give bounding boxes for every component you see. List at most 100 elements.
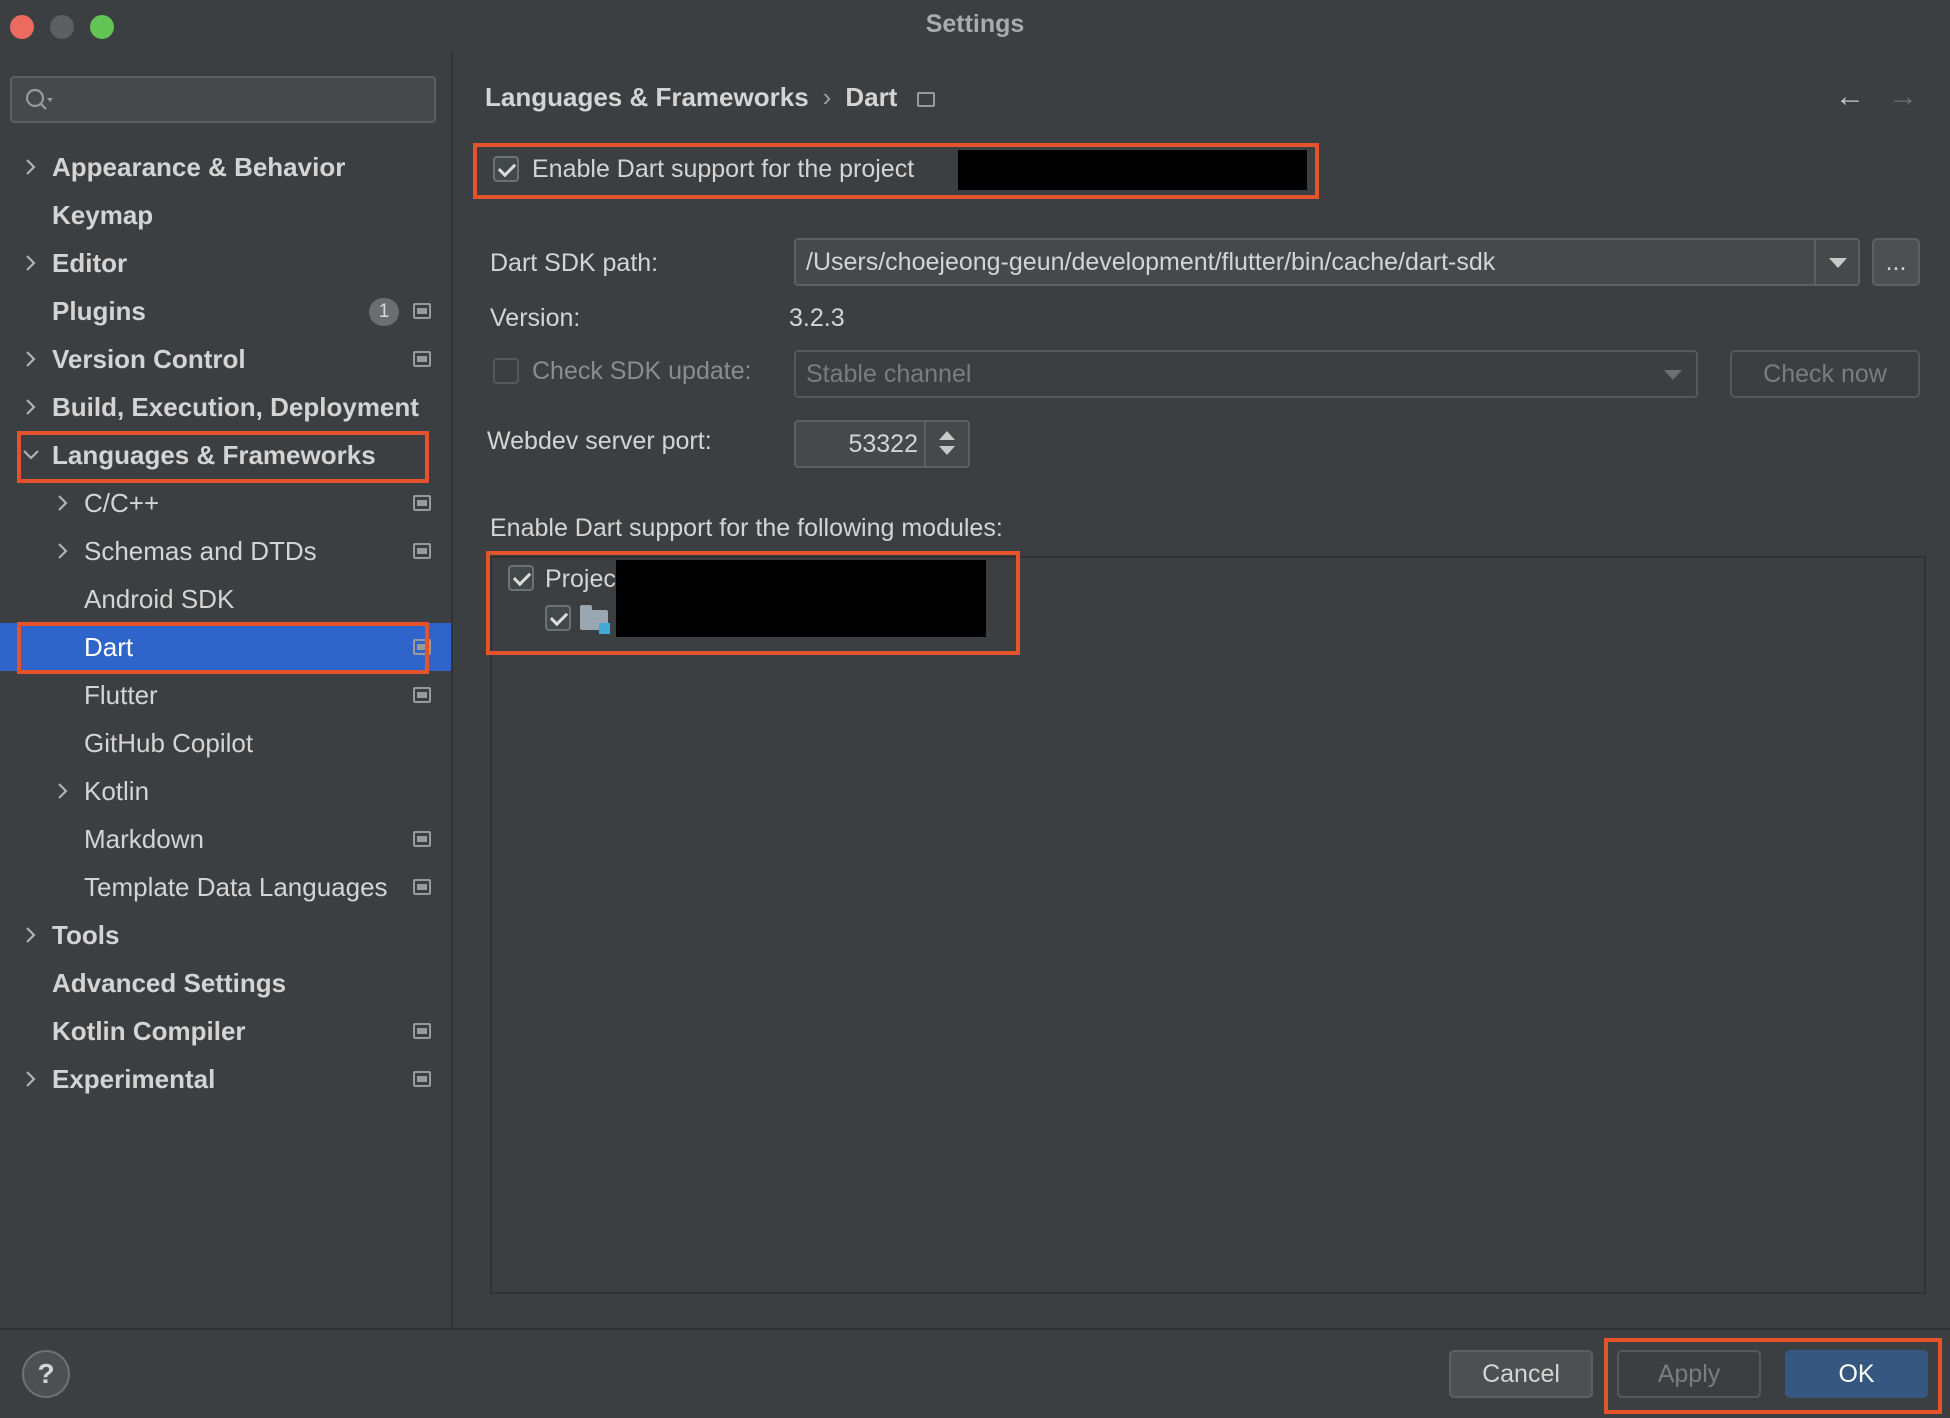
version-value: 3.2.3 xyxy=(789,304,845,332)
sidebar-item-label: Flutter xyxy=(84,680,158,710)
sidebar-item-label: Template Data Languages xyxy=(84,872,388,902)
sidebar-item-experimental[interactable]: Experimental xyxy=(0,1055,451,1103)
modules-label: Enable Dart support for the following mo… xyxy=(490,514,1003,542)
sidebar-item-label: Advanced Settings xyxy=(52,968,287,998)
chevron-right-icon[interactable] xyxy=(20,1055,42,1103)
update-channel-select[interactable]: Stable channel xyxy=(794,350,1698,398)
project-level-icon xyxy=(413,495,431,511)
chevron-right-icon[interactable] xyxy=(20,239,42,287)
sidebar-item-label: C/C++ xyxy=(84,488,160,518)
sidebar-item-label: Kotlin Compiler xyxy=(52,1016,246,1046)
search-icon xyxy=(25,88,53,110)
sidebar-item-languages-frameworks[interactable]: Languages & Frameworks xyxy=(0,431,451,479)
arrow-down-icon xyxy=(939,446,955,455)
webdev-port-value: 53322 xyxy=(848,430,918,458)
title-bar: Settings xyxy=(0,0,1950,52)
cancel-button[interactable]: Cancel xyxy=(1449,1350,1593,1398)
plugins-update-badge: 1 xyxy=(369,298,399,326)
project-module-checkbox[interactable] xyxy=(508,565,534,591)
sidebar-item-android-sdk[interactable]: Android SDK xyxy=(0,575,451,623)
sidebar-item-label: Languages & Frameworks xyxy=(52,440,376,470)
chevron-right-icon[interactable] xyxy=(52,479,74,527)
sidebar-item-label: Tools xyxy=(52,920,120,950)
module-folder-icon xyxy=(580,605,610,634)
redacted-module-name xyxy=(616,560,986,637)
project-level-icon xyxy=(413,351,431,367)
back-arrow-icon[interactable]: ← xyxy=(1835,80,1865,114)
breadcrumb-parent[interactable]: Languages & Frameworks xyxy=(485,82,809,112)
chevron-down-icon xyxy=(1829,258,1847,268)
search-box[interactable] xyxy=(10,76,436,123)
sidebar-item-dart[interactable]: Dart xyxy=(0,623,451,671)
breadcrumb: Languages & Frameworks › Dart xyxy=(485,82,936,113)
webdev-port-spinner[interactable]: 53322 xyxy=(794,420,970,468)
sidebar-item-keymap[interactable]: Keymap xyxy=(0,191,451,239)
sidebar-item-label: Experimental xyxy=(52,1064,216,1094)
sidebar-item-c-cpp[interactable]: C/C++ xyxy=(0,479,451,527)
chevron-right-icon[interactable] xyxy=(52,767,74,815)
sdk-path-dropdown[interactable] xyxy=(1814,240,1858,284)
module-checkbox[interactable] xyxy=(545,605,571,631)
forward-arrow-icon[interactable]: → xyxy=(1888,80,1918,114)
sidebar-item-advanced-settings[interactable]: Advanced Settings xyxy=(0,959,451,1007)
sidebar-item-markdown[interactable]: Markdown xyxy=(0,815,451,863)
sidebar-item-github-copilot[interactable]: GitHub Copilot xyxy=(0,719,451,767)
sidebar-item-label: Version Control xyxy=(52,344,246,374)
browse-sdk-button[interactable]: ... xyxy=(1872,238,1920,286)
check-sdk-update-checkbox[interactable] xyxy=(493,358,519,384)
project-module-label: Projec xyxy=(545,565,616,593)
chevron-right-icon[interactable] xyxy=(52,527,74,575)
sdk-path-label: Dart SDK path: xyxy=(490,249,659,277)
project-level-icon xyxy=(413,1023,431,1039)
sidebar-item-schemas-dtds[interactable]: Schemas and DTDs xyxy=(0,527,451,575)
sidebar-item-label: Markdown xyxy=(84,824,204,854)
version-label: Version: xyxy=(490,304,581,332)
project-level-icon xyxy=(917,92,936,107)
chevron-right-icon[interactable] xyxy=(20,143,42,191)
sidebar-item-plugins[interactable]: Plugins 1 xyxy=(0,287,451,335)
sidebar-item-flutter[interactable]: Flutter xyxy=(0,671,451,719)
chevron-right-icon[interactable] xyxy=(20,911,42,959)
sidebar-item-kotlin-compiler[interactable]: Kotlin Compiler xyxy=(0,1007,451,1055)
project-level-icon xyxy=(413,303,431,319)
sidebar-item-label: Android SDK xyxy=(84,584,235,614)
sidebar-item-label: Kotlin xyxy=(84,776,150,806)
sidebar-item-label: Dart xyxy=(84,632,134,662)
breadcrumb-separator: › xyxy=(822,82,832,112)
project-level-icon xyxy=(413,639,431,655)
enable-dart-checkbox[interactable] xyxy=(493,156,519,182)
chevron-right-icon[interactable] xyxy=(20,335,42,383)
check-sdk-update-label: Check SDK update: xyxy=(532,357,752,385)
project-level-icon xyxy=(413,1071,431,1087)
chevron-down-icon[interactable] xyxy=(20,431,42,479)
port-stepper-arrows[interactable] xyxy=(924,422,968,466)
sidebar-item-label: Keymap xyxy=(52,200,154,230)
sdk-path-field[interactable]: /Users/choejeong-geun/development/flutte… xyxy=(794,238,1860,286)
sdk-path-value: /Users/choejeong-geun/development/flutte… xyxy=(806,248,1496,276)
help-button[interactable]: ? xyxy=(22,1350,70,1398)
dialog-footer: ? Cancel Apply OK xyxy=(0,1328,1950,1418)
ok-button[interactable]: OK xyxy=(1785,1350,1928,1398)
sidebar-item-appearance-behavior[interactable]: Appearance & Behavior xyxy=(0,143,451,191)
sidebar-item-editor[interactable]: Editor xyxy=(0,239,451,287)
check-now-button[interactable]: Check now xyxy=(1730,350,1920,398)
sidebar-item-label: Appearance & Behavior xyxy=(52,152,346,182)
sidebar-item-label: Plugins xyxy=(52,296,146,326)
arrow-up-icon xyxy=(939,431,955,440)
sidebar-item-build-execution-deployment[interactable]: Build, Execution, Deployment xyxy=(0,383,451,431)
sidebar-item-version-control[interactable]: Version Control xyxy=(0,335,451,383)
apply-button[interactable]: Apply xyxy=(1617,1350,1761,1398)
webdev-port-label: Webdev server port: xyxy=(487,427,712,455)
sidebar-item-label: Schemas and DTDs xyxy=(84,536,317,566)
sidebar-item-template-data-languages[interactable]: Template Data Languages xyxy=(0,863,451,911)
sidebar-item-label: Build, Execution, Deployment xyxy=(52,392,419,422)
project-level-icon xyxy=(413,831,431,847)
project-level-icon xyxy=(413,879,431,895)
chevron-right-icon[interactable] xyxy=(20,383,42,431)
modules-tree-panel[interactable] xyxy=(490,556,1926,1294)
sidebar-item-kotlin[interactable]: Kotlin xyxy=(0,767,451,815)
sidebar-item-tools[interactable]: Tools xyxy=(0,911,451,959)
enable-dart-label: Enable Dart support for the project xyxy=(532,155,915,183)
search-input[interactable] xyxy=(64,86,424,114)
settings-sidebar: Appearance & Behavior Keymap Editor Plug… xyxy=(0,52,453,1328)
